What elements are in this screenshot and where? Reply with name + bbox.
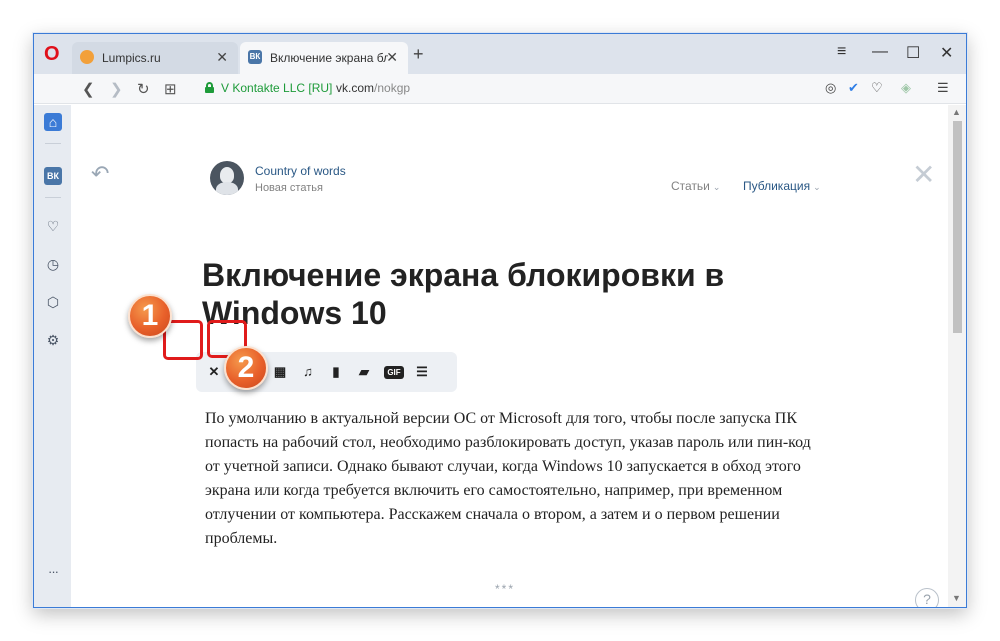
tab-close-icon[interactable]: ✕ — [386, 49, 398, 66]
tab-vk-article[interactable]: ВК Включение экрана блокир ✕ — [240, 42, 408, 74]
page-scrollbar[interactable]: ▲ ▼ — [948, 105, 966, 607]
lock-icon[interactable] — [205, 82, 214, 93]
sidebar-divider — [45, 143, 61, 144]
tab-title: Включение экрана блокир — [270, 51, 388, 65]
tab-bar: O Lumpics.ru ✕ ВК Включение экрана блоки… — [34, 34, 966, 74]
vk-messenger-icon[interactable]: ВК — [44, 167, 62, 185]
address-bar: ❮ ❯ ↻ ⊞ V Kontakte LLC [RU] vk.com/nokgp… — [34, 74, 966, 104]
poll-icon[interactable]: ▮ — [326, 362, 346, 382]
minimize-button[interactable]: — — [872, 43, 888, 61]
scroll-up-icon[interactable]: ▲ — [952, 107, 961, 117]
article-title[interactable]: Включение экрана блокировки в Windows 10 — [202, 256, 762, 332]
new-tab-button[interactable]: + — [413, 44, 424, 65]
article-status: Новая статья — [255, 182, 323, 194]
easy-setup-icon[interactable]: ☰ — [937, 80, 949, 96]
video-icon[interactable]: ▦ — [270, 362, 290, 382]
chevron-down-icon: ⌄ — [813, 182, 821, 192]
vpn-icon[interactable]: ✔ — [848, 80, 859, 96]
avatar[interactable] — [210, 161, 244, 195]
favorite-heart-icon[interactable]: ♡ — [871, 80, 883, 96]
home-icon[interactable]: ⌂ — [44, 113, 62, 131]
help-icon[interactable]: ? — [915, 588, 939, 607]
maximize-button[interactable]: ☐ — [906, 43, 920, 63]
step-2-badge: 2 — [224, 346, 268, 390]
vk-favicon-icon: ВК — [248, 50, 262, 64]
scroll-thumb[interactable] — [953, 121, 962, 333]
product-bag-icon[interactable]: ▰ — [354, 362, 374, 382]
history-clock-icon[interactable]: ◷ — [44, 255, 62, 273]
wallet-icon[interactable]: ◈ — [901, 80, 911, 96]
lumpics-favicon-icon — [80, 50, 94, 64]
more-icon[interactable]: ··· — [44, 563, 62, 581]
gear-icon[interactable]: ⚙ — [44, 331, 62, 349]
close-toolbar-icon[interactable]: ✕ — [204, 362, 224, 382]
url-path: /nokgp — [374, 81, 411, 95]
author-name[interactable]: Country of words — [255, 164, 346, 178]
snapshot-icon[interactable]: ◎ — [825, 80, 836, 96]
tab-title: Lumpics.ru — [102, 51, 161, 65]
forward-icon[interactable]: ❯ — [110, 80, 123, 98]
tab-lumpics[interactable]: Lumpics.ru ✕ — [72, 42, 238, 74]
music-icon[interactable]: ♫ — [298, 362, 318, 382]
scroll-down-icon[interactable]: ▼ — [952, 593, 961, 603]
publish-label: Публикация — [743, 179, 811, 193]
url-host: vk.com — [336, 81, 375, 95]
sidebar-divider — [45, 197, 61, 198]
extensions-cube-icon[interactable]: ⬡ — [44, 293, 62, 311]
back-icon[interactable]: ❮ — [82, 80, 95, 98]
close-editor-icon[interactable]: ✕ — [912, 161, 935, 189]
publish-menu[interactable]: Публикация ⌄ — [743, 179, 821, 193]
screenshot-stage: O Lumpics.ru ✕ ВК Включение экрана блоки… — [0, 0, 1000, 641]
articles-menu[interactable]: Статьи ⌄ — [671, 179, 720, 193]
undo-icon[interactable]: ↶ — [91, 161, 109, 187]
tab-menu-icon[interactable]: ≡ — [837, 43, 846, 61]
tab-close-icon[interactable]: ✕ — [216, 49, 228, 66]
ssl-owner-label[interactable]: V Kontakte LLC [RU] — [221, 81, 332, 95]
heart-icon[interactable]: ♡ — [44, 217, 62, 235]
chevron-down-icon: ⌄ — [712, 182, 721, 192]
speed-dial-icon[interactable]: ⊞ — [164, 80, 177, 98]
gif-icon[interactable]: GIF — [384, 366, 404, 379]
paragraph-separator: *** — [495, 582, 516, 596]
reload-icon[interactable]: ↻ — [137, 80, 150, 98]
articles-label: Статьи — [671, 179, 710, 193]
url-field[interactable]: vk.com/nokgp — [336, 81, 410, 95]
opera-sidebar: ⌂ ВК ♡ ◷ ⬡ ⚙ ··· — [34, 105, 71, 607]
article-paragraph[interactable]: По умолчанию в актуальной версии ОС от M… — [205, 407, 815, 551]
opera-logo-icon[interactable]: O — [44, 44, 62, 64]
close-window-button[interactable]: ✕ — [940, 43, 953, 63]
step-1-badge: 1 — [128, 294, 172, 338]
separator-icon[interactable]: ☰ — [412, 362, 432, 382]
